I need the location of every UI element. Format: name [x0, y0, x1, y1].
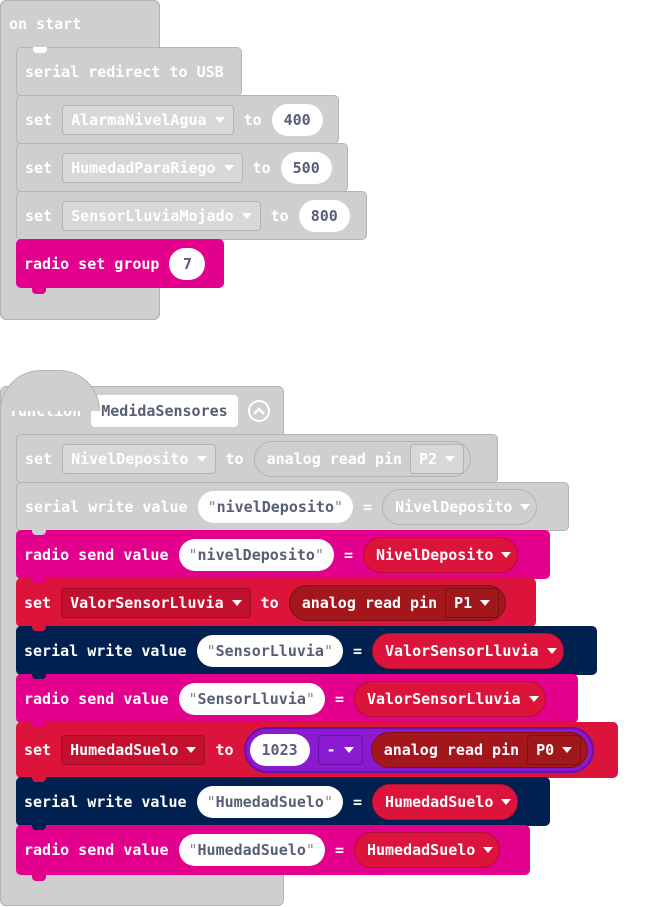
serial-write-label: serial write value	[24, 641, 187, 660]
set-humedad-riego-block[interactable]: set HumedadParaRiego to 500	[16, 143, 348, 192]
variable-dropdown[interactable]: HumedadSuelo	[61, 735, 206, 765]
chevron-down-icon	[546, 647, 557, 654]
analog-read-label: analog read pin	[383, 741, 520, 759]
group-number-input[interactable]: 7	[169, 247, 206, 280]
chevron-down-icon	[501, 798, 512, 805]
set-label: set	[24, 741, 52, 759]
string-input[interactable]: " HumedadSuelo "	[178, 834, 325, 866]
radio-send-label: radio send value	[24, 689, 169, 708]
chevron-down-icon	[520, 503, 531, 510]
chevron-down-icon	[528, 695, 539, 702]
variable-dropdown[interactable]: SensorLluviaMojado	[62, 200, 261, 231]
to-label: to	[252, 158, 271, 177]
set-valor-lluvia-block[interactable]: set ValorSensorLluvia to analog read pin…	[16, 577, 536, 627]
variable-dropdown[interactable]: AlarmaNivelAgua	[62, 104, 234, 135]
radio-send-nivel-block[interactable]: radio send value " nivelDeposito " = Nivel…	[16, 529, 550, 579]
radio-send-lluvia-block[interactable]: radio send value " SensorLluvia " = ValorS…	[16, 673, 578, 723]
chevron-down-icon	[501, 551, 512, 558]
variable-dropdown[interactable]: HumedadParaRiego	[62, 152, 243, 183]
equals-label: =	[334, 841, 344, 859]
operator-dropdown[interactable]: -	[317, 735, 363, 765]
chevron-down-icon	[562, 747, 573, 753]
set-humedad-suelo-block[interactable]: set HumedadSuelo to 1023 - analog read p…	[16, 721, 618, 778]
equals-label: =	[334, 689, 344, 708]
string-input[interactable]: " nivelDeposito "	[197, 490, 354, 523]
serial-redirect-label: serial redirect to USB	[25, 62, 224, 81]
chevron-down-icon	[214, 116, 225, 123]
variable-reporter[interactable]: ValorSensorLluvia	[353, 680, 546, 717]
pin-dropdown[interactable]: P0	[527, 735, 582, 765]
chevron-down-icon	[196, 455, 207, 462]
variable-reporter[interactable]: ValorSensorLluvia	[372, 632, 564, 669]
string-input[interactable]: " HumedadSuelo "	[196, 785, 343, 818]
variable-reporter[interactable]: HumedadSuelo	[372, 783, 519, 820]
serial-write-label: serial write value	[25, 497, 188, 516]
number-input[interactable]: 1023	[249, 734, 310, 766]
radio-send-label: radio send value	[24, 545, 169, 564]
set-label: set	[25, 158, 53, 177]
equals-label: =	[363, 497, 373, 516]
to-label: to	[215, 741, 234, 759]
number-input[interactable]: 500	[280, 151, 332, 184]
string-input[interactable]: " SensorLluvia "	[196, 634, 343, 667]
serial-write-label: serial write value	[24, 792, 187, 811]
to-label: to	[260, 593, 279, 612]
chevron-down-icon	[231, 599, 242, 606]
radio-send-humedad-block[interactable]: radio send value " HumedadSuelo " = Humeda…	[16, 824, 530, 881]
pin-dropdown[interactable]: P1	[445, 587, 500, 618]
variable-reporter[interactable]: HumedadSuelo	[353, 832, 501, 868]
to-label: to	[243, 110, 262, 129]
chevron-down-icon	[445, 455, 456, 462]
to-label: to	[270, 206, 289, 225]
analog-read-label: analog read pin	[266, 449, 403, 468]
variable-dropdown[interactable]: ValorSensorLluvia	[61, 587, 251, 618]
set-sensor-mojado-block[interactable]: set SensorLluviaMojado to 800	[16, 191, 367, 240]
serial-redirect-block[interactable]: serial redirect to USB	[16, 47, 242, 101]
chevron-down-icon	[223, 164, 234, 171]
serial-write-lluvia-block[interactable]: serial write value " SensorLluvia " = Valo…	[16, 625, 597, 675]
to-label: to	[225, 449, 244, 468]
analog-read-block[interactable]: analog read pin P1	[288, 584, 507, 621]
set-label: set	[25, 449, 53, 468]
equals-label: =	[343, 545, 353, 564]
serial-write-nivel-block[interactable]: serial write value " nivelDeposito " = Niv…	[16, 482, 569, 531]
chevron-down-icon	[241, 212, 252, 219]
variable-reporter[interactable]: NivelDeposito	[363, 536, 519, 573]
variable-dropdown[interactable]: NivelDeposito	[62, 443, 216, 474]
pin-dropdown[interactable]: P2	[410, 443, 465, 474]
radio-set-group-label: radio set group	[24, 254, 160, 273]
serial-write-humedad-block[interactable]: serial write value " HumedadSuelo " = Hume…	[16, 776, 550, 826]
variable-reporter[interactable]: NivelDeposito	[382, 488, 538, 525]
number-input[interactable]: 400	[271, 103, 323, 136]
analog-read-block[interactable]: analog read pin P2	[253, 440, 472, 477]
radio-send-label: radio send value	[24, 841, 169, 859]
chevron-down-icon	[343, 747, 354, 753]
set-label: set	[25, 206, 53, 225]
set-label: set	[25, 110, 53, 129]
analog-read-block[interactable]: analog read pin P0	[370, 732, 589, 768]
function-name-input[interactable]: MedidaSensores	[91, 395, 238, 427]
string-input[interactable]: " nivelDeposito "	[178, 538, 334, 571]
set-label: set	[24, 593, 52, 612]
chevron-down-icon	[186, 747, 197, 753]
subtract-block[interactable]: 1023 - analog read pin P0	[243, 727, 595, 773]
chevron-down-icon	[480, 599, 491, 606]
function-hat	[0, 370, 100, 411]
on-start-label: on start	[9, 15, 82, 33]
chevron-down-icon	[483, 847, 494, 853]
collapse-icon[interactable]	[247, 400, 270, 422]
equals-label: =	[353, 792, 363, 811]
string-input[interactable]: " SensorLluvia "	[178, 682, 325, 715]
equals-label: =	[353, 641, 363, 660]
set-nivel-deposito-block[interactable]: set NivelDeposito to analog read pin P2	[16, 434, 498, 483]
number-input[interactable]: 800	[298, 199, 350, 232]
analog-read-label: analog read pin	[301, 593, 438, 612]
set-alarma-block[interactable]: set AlarmaNivelAgua to 400	[16, 95, 339, 144]
radio-set-group-block[interactable]: radio set group 7	[16, 239, 224, 294]
